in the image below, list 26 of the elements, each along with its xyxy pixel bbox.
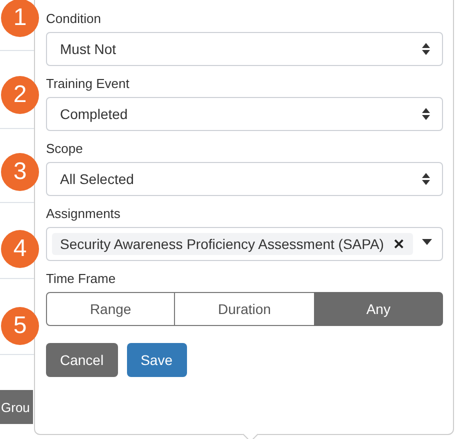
step-number-badge: 5 bbox=[1, 307, 39, 345]
up-down-icon bbox=[422, 173, 430, 185]
up-down-icon bbox=[422, 108, 430, 120]
cancel-button[interactable]: Cancel bbox=[46, 343, 118, 377]
field-label: Condition bbox=[46, 10, 102, 28]
group-button[interactable]: Grou bbox=[0, 390, 33, 424]
segment-button[interactable]: Duration bbox=[174, 292, 315, 326]
segment-button[interactable]: Any bbox=[314, 292, 443, 326]
select-field[interactable]: Completed bbox=[46, 97, 443, 131]
selected-tag: Security Awareness Proficiency Assessment (SAPA) ✕ bbox=[52, 233, 413, 255]
select-field[interactable]: All Selected bbox=[46, 162, 443, 196]
select-field[interactable]: Must Not bbox=[46, 32, 443, 66]
up-down-icon bbox=[422, 43, 430, 55]
step-number-badge: 3 bbox=[1, 153, 39, 191]
save-button[interactable]: Save bbox=[126, 343, 187, 377]
field-label: Assignments bbox=[46, 205, 122, 223]
step-number-badge: 2 bbox=[1, 76, 39, 114]
caret-icon bbox=[422, 239, 432, 245]
field-label: Time Frame bbox=[46, 270, 117, 288]
segment-button[interactable]: Range bbox=[46, 292, 176, 326]
multi-select-field[interactable]: Security Awareness Proficiency Assessment (SAPA) ✕ bbox=[46, 227, 443, 261]
field-label: Training Event bbox=[46, 75, 130, 93]
step-number-badge: 1 bbox=[1, 0, 39, 37]
field-label: Scope bbox=[46, 140, 84, 158]
step-number-badge: 4 bbox=[1, 230, 39, 268]
remove-button[interactable]: ✕ bbox=[392, 236, 405, 252]
